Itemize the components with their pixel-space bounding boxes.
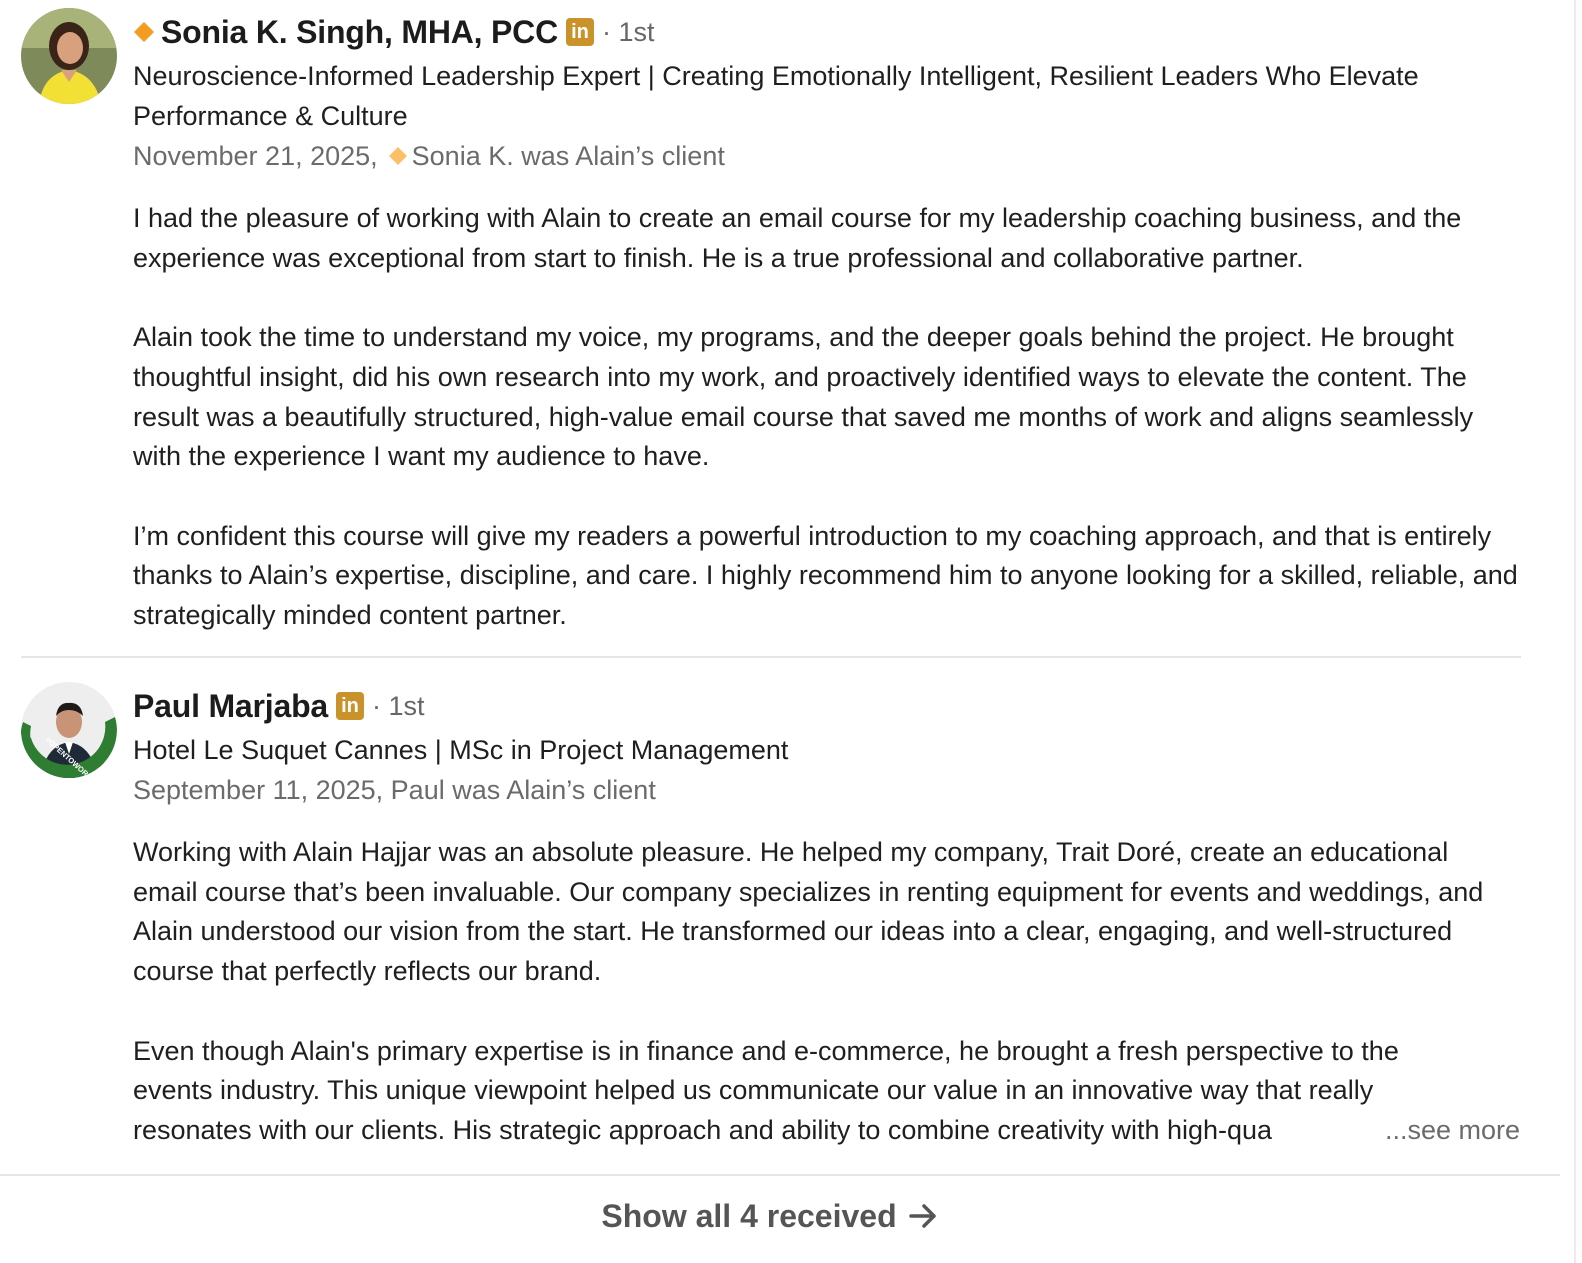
text-line: resonates with our clients. His strategi…: [133, 1114, 1273, 1145]
panel-edge: [1574, 0, 1576, 1263]
paragraph: I’m confident this course will give my r…: [133, 520, 1518, 630]
text-line: Even though Alain's primary expertise is…: [133, 1035, 1399, 1066]
avatar[interactable]: #OPENTOWORK: [21, 682, 117, 778]
name-row: Paul Marjaba in · 1st: [133, 686, 1520, 726]
show-all-button[interactable]: Show all 4 received: [0, 1176, 1540, 1256]
see-more-link[interactable]: ...see more: [1368, 1110, 1520, 1151]
name-row: Sonia K. Singh, MHA, PCC in · 1st: [133, 12, 1520, 52]
recommender-name[interactable]: Sonia K. Singh, MHA, PCC: [161, 14, 558, 51]
linkedin-icon: in: [565, 18, 594, 46]
paragraph: I had the pleasure of working with Alain…: [133, 203, 1462, 273]
diamond-icon: [388, 146, 408, 166]
headline: Neuroscience-Informed Leadership Expert …: [133, 61, 1419, 131]
paragraph: Alain took the time to understand my voi…: [133, 322, 1474, 472]
truncated-paragraph: Even though Alain's primary expertise is…: [133, 1032, 1520, 1151]
text-line-last: resonates with our clients. His strategi…: [133, 1110, 1520, 1151]
show-all-label: Show all 4 received: [601, 1197, 897, 1234]
diamond-icon: [133, 21, 155, 43]
recommendations-panel: Sonia K. Singh, MHA, PCC in · 1st Neuros…: [0, 0, 1582, 1263]
text-line: events industry. This unique viewpoint h…: [133, 1075, 1374, 1106]
arrow-right-icon: [908, 1202, 939, 1230]
linkedin-icon: in: [336, 692, 365, 720]
recommendation-meta: September 11, 2025, Paul was Alain’s cli…: [133, 775, 656, 805]
paragraph: Working with Alain Hajjar was an absolut…: [133, 837, 1484, 987]
recommendation-text: I had the pleasure of working with Alain…: [133, 199, 1520, 636]
connection-degree: · 1st: [601, 16, 655, 47]
recommendation-text: Working with Alain Hajjar was an absolut…: [133, 833, 1520, 1151]
relationship: Sonia K. was Alain’s client: [411, 141, 725, 171]
connection-degree: · 1st: [372, 690, 425, 721]
recommendation-date: November 21, 2025,: [133, 141, 378, 171]
avatar[interactable]: [21, 8, 117, 104]
recommendation-meta: November 21, 2025, Sonia K. was Alain’s …: [133, 136, 1520, 176]
recommender-name[interactable]: Paul Marjaba: [133, 688, 328, 725]
headline: Hotel Le Suquet Cannes | MSc in Project …: [133, 735, 789, 765]
divider: [21, 656, 1521, 658]
